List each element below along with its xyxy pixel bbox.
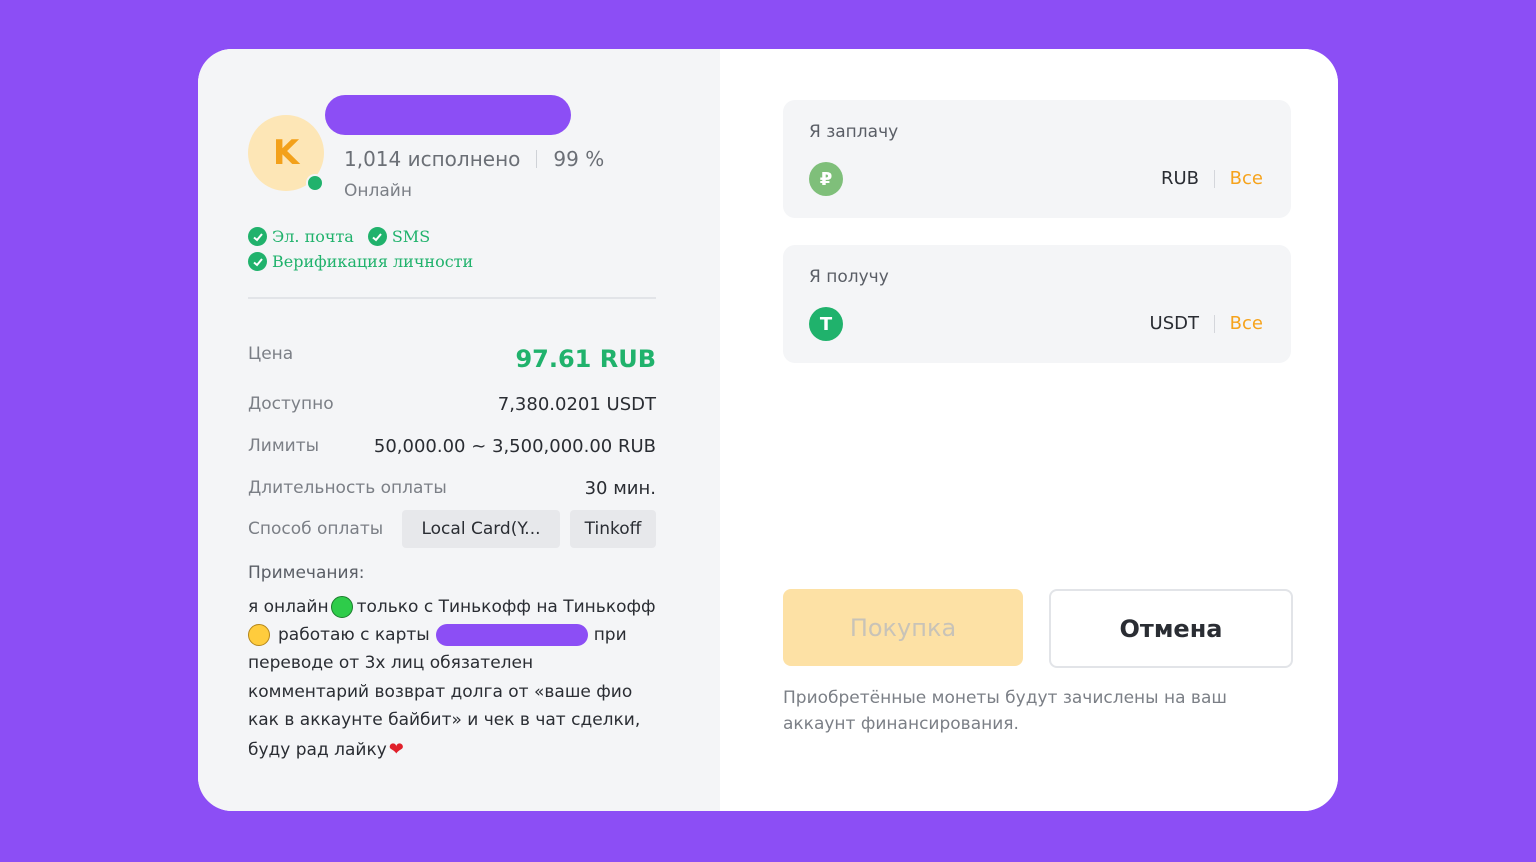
- available-label: Доступно: [248, 394, 334, 414]
- verification-row-2: Верификация личности: [248, 252, 487, 271]
- notes-text: только с Тинькофф на Тинькофф: [356, 597, 656, 617]
- pay-label: Я заплачу: [809, 122, 899, 142]
- completion-rate: 99 %: [553, 147, 605, 171]
- notes-text: как в аккаунте байбит» и чек в чат сделк…: [248, 710, 641, 730]
- seller-status: Онлайн: [344, 181, 412, 201]
- verification-sms: SMS: [367, 227, 431, 246]
- seller-stats: 1,014 исполнено 99 %: [344, 147, 604, 171]
- pay-all-button[interactable]: Все: [1230, 168, 1263, 189]
- notes-text: работаю с карты: [278, 625, 430, 645]
- verification-row-1: Эл. почта SMS: [248, 227, 444, 246]
- receive-label: Я получу: [809, 267, 889, 287]
- order-form-panel: Я заплачу ₽ RUB Все Я получу T USDT Все …: [720, 49, 1338, 811]
- pay-amount-box[interactable]: Я заплачу ₽ RUB Все: [783, 100, 1291, 218]
- notes-text: комментарий возврат долга от «ваше фио: [248, 682, 633, 702]
- notes-line: комментарий возврат долга от «ваше фио: [248, 682, 632, 702]
- receive-all-button[interactable]: Все: [1230, 313, 1263, 334]
- limits-value: 50,000.00 ~ 3,500,000.00 RUB: [373, 436, 656, 457]
- notes-line: буду рад лайку ❤: [248, 739, 404, 760]
- limits-label: Лимиты: [248, 436, 320, 456]
- notes-text: я онлайн: [248, 597, 329, 617]
- seller-name-redacted[interactable]: [325, 95, 571, 135]
- rub-coin-icon: ₽: [809, 162, 843, 196]
- funding-account-hint: Приобретённые монеты будут зачислены на …: [783, 688, 1227, 734]
- yellow-circle-icon: [248, 624, 270, 646]
- duration-label: Длительность оплаты: [248, 478, 447, 498]
- verification-identity: Верификация личности: [248, 252, 473, 271]
- notes-text: при: [593, 625, 627, 645]
- check-icon: [248, 252, 267, 271]
- stats-divider: [536, 150, 538, 168]
- online-indicator: [306, 174, 324, 192]
- duration-value: 30 мин.: [584, 478, 656, 499]
- pay-currency: RUB: [1160, 168, 1199, 189]
- payment-method-chip[interactable]: Local Card(Y...: [402, 510, 560, 548]
- green-circle-icon: [330, 596, 353, 618]
- notes-text: буду рад лайку: [248, 739, 387, 760]
- verification-label: Эл. почта: [272, 227, 354, 246]
- currency-divider: [1214, 170, 1215, 188]
- payment-method-label: Способ оплаты: [248, 519, 384, 539]
- payment-method-chip[interactable]: Tinkoff: [570, 510, 656, 548]
- heart-icon: ❤: [388, 739, 404, 760]
- notes-line: работаю с карты при: [248, 624, 627, 646]
- seller-panel: K 1,014 исполнено 99 % Онлайн Эл. почта …: [198, 49, 720, 811]
- p2p-order-card: K 1,014 исполнено 99 % Онлайн Эл. почта …: [198, 49, 1338, 811]
- notes-text: переводе от 3х лиц обязателен: [248, 653, 534, 673]
- buy-button[interactable]: Покупка: [783, 589, 1023, 666]
- check-icon: [367, 227, 387, 246]
- usdt-coin-icon: T: [809, 307, 843, 341]
- currency-divider: [1214, 315, 1215, 333]
- check-icon: [248, 227, 267, 246]
- notes-line: переводе от 3х лиц обязателен: [248, 653, 533, 673]
- price-label: Цена: [248, 344, 294, 364]
- card-number-redacted: [435, 624, 588, 646]
- price-value: 97.61 RUB: [515, 345, 656, 373]
- receive-amount-box[interactable]: Я получу T USDT Все: [783, 245, 1291, 363]
- available-value: 7,380.0201 USDT: [497, 394, 656, 415]
- verification-label: Верификация личности: [272, 252, 474, 271]
- notes-line: я онлайн только с Тинькофф на Тинькофф: [248, 596, 656, 618]
- notes-title: Примечания:: [248, 563, 365, 583]
- section-divider: [248, 297, 656, 299]
- verification-email: Эл. почта: [248, 227, 354, 246]
- verification-label: SMS: [391, 227, 431, 246]
- receive-currency: USDT: [1149, 313, 1199, 334]
- completed-orders: 1,014 исполнено: [344, 147, 521, 171]
- notes-line: как в аккаунте байбит» и чек в чат сделк…: [248, 710, 640, 730]
- cancel-button[interactable]: Отмена: [1049, 589, 1293, 668]
